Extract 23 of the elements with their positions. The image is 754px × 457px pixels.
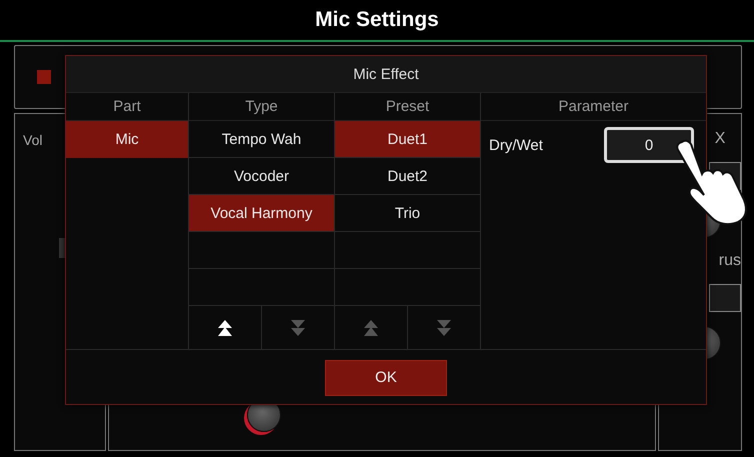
type-item[interactable]: Tempo Wah <box>189 121 334 158</box>
chorus-label: rus <box>718 252 741 270</box>
fx-label: X <box>714 130 726 148</box>
dialog-title: Mic Effect <box>353 66 419 82</box>
part-item[interactable]: Mic <box>66 121 188 158</box>
checkbox[interactable] <box>37 70 51 84</box>
preset-item[interactable]: Duet2 <box>335 158 480 195</box>
column-header: Parameter <box>481 93 706 121</box>
double-up-arrow-icon <box>362 318 380 336</box>
double-down-arrow-icon <box>289 318 307 336</box>
parameter-label: Dry/Wet <box>489 136 543 154</box>
column-header: Type <box>189 93 334 121</box>
preset-item[interactable]: Duet1 <box>335 121 480 158</box>
ok-button[interactable]: OK <box>325 360 447 396</box>
value-box[interactable] <box>709 284 741 312</box>
slider-handle[interactable] <box>59 238 65 258</box>
value-field[interactable]: 0 <box>604 127 694 163</box>
volume-label: Vol <box>23 132 42 148</box>
double-up-arrow-icon <box>216 318 234 336</box>
type-item[interactable]: Vocal Harmony <box>189 195 334 232</box>
window-title: Mic Settings <box>315 8 439 32</box>
double-down-arrow-icon <box>435 318 453 336</box>
preset-item[interactable]: Trio <box>335 195 480 232</box>
